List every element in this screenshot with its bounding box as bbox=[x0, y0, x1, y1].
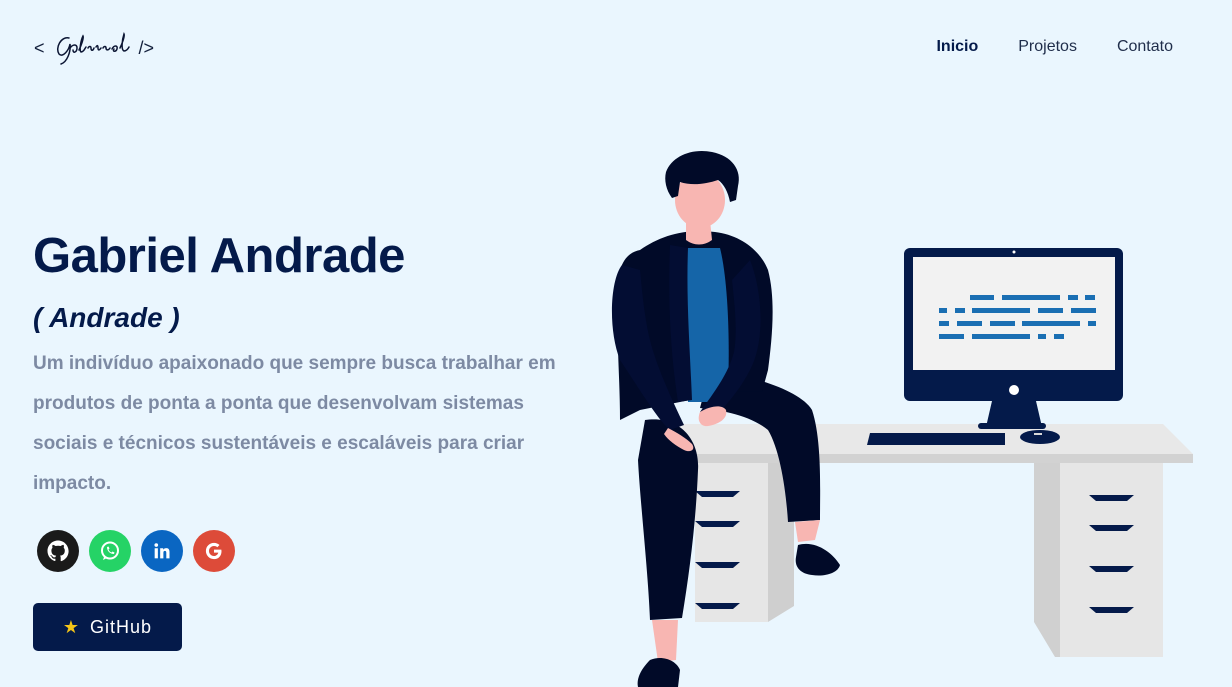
whatsapp-icon bbox=[101, 541, 119, 560]
social-links bbox=[37, 530, 235, 572]
signature-logo bbox=[56, 32, 130, 65]
nav-contato[interactable]: Contato bbox=[1117, 38, 1173, 56]
main-nav: Inicio Projetos Contato bbox=[936, 38, 1173, 56]
logo-open-bracket: < bbox=[34, 37, 45, 58]
nav-inicio[interactable]: Inicio bbox=[936, 38, 978, 56]
whatsapp-link[interactable] bbox=[89, 530, 131, 572]
developer-illustration bbox=[611, 150, 1193, 687]
linkedin-link[interactable] bbox=[141, 530, 183, 572]
hero-name: Gabriel Andrade bbox=[33, 229, 405, 283]
nav-projetos[interactable]: Projetos bbox=[1018, 38, 1077, 56]
logo-close-bracket: /> bbox=[138, 37, 155, 58]
github-link[interactable] bbox=[37, 530, 79, 572]
github-star-button[interactable]: ★ GitHub bbox=[33, 603, 182, 651]
star-icon: ★ bbox=[62, 616, 81, 637]
google-link[interactable] bbox=[193, 530, 235, 572]
hero-bio: Um indivíduo apaixonado que sempre busca… bbox=[33, 353, 556, 494]
hero-nickname: ( Andrade ) bbox=[33, 302, 180, 333]
site-logo[interactable]: < /> bbox=[34, 30, 154, 66]
github-button-label: GitHub bbox=[90, 616, 153, 637]
github-icon bbox=[47, 540, 69, 562]
linkedin-icon bbox=[154, 543, 170, 559]
google-icon bbox=[205, 542, 222, 560]
